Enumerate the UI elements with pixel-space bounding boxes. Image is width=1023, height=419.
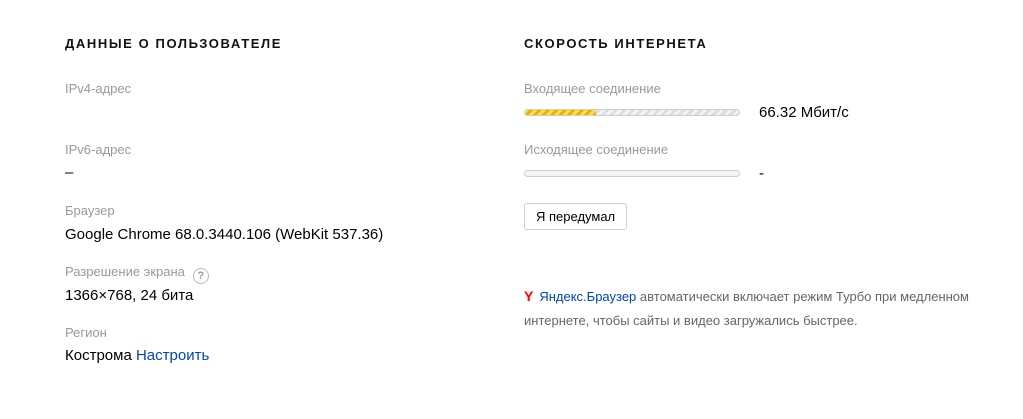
- speed-title: СКОРОСТЬ ИНТЕРНЕТА: [524, 36, 708, 51]
- incoming-progress-bar: [524, 109, 740, 116]
- resolution-value: 1366×768, 24 бита: [65, 287, 194, 304]
- ipv4-label: IPv4-адрес: [65, 81, 132, 96]
- ipv6-label: IPv6-адрес: [65, 142, 132, 157]
- region-settings-link[interactable]: Настроить: [136, 347, 209, 364]
- yandex-browser-link[interactable]: Яндекс.Браузер: [539, 289, 636, 304]
- browser-label: Браузер: [65, 203, 115, 218]
- incoming-label: Входящее соединение: [524, 81, 661, 96]
- outgoing-progress-bar: [524, 170, 740, 177]
- outgoing-speed-value: -: [759, 165, 764, 182]
- yandex-logo-icon: Y: [524, 288, 534, 304]
- incoming-progress-fill: [525, 110, 596, 115]
- incoming-speed-value: 66.32 Мбит/с: [759, 104, 849, 121]
- ipv6-value: –: [65, 164, 74, 181]
- help-icon[interactable]: ?: [192, 268, 209, 284]
- resolution-label: Разрешение экрана: [65, 264, 185, 279]
- region-value: Кострома: [65, 347, 132, 364]
- turbo-promo: Y Яндекс.Браузер автоматически включает р…: [524, 284, 994, 333]
- outgoing-label: Исходящее соединение: [524, 142, 669, 157]
- resolution-label-row: Разрешение экрана?: [65, 264, 209, 284]
- user-data-title: ДАННЫЕ О ПОЛЬЗОВАТЕЛЕ: [65, 36, 283, 51]
- browser-value: Google Chrome 68.0.3440.106 (WebKit 537.…: [65, 226, 384, 243]
- region-row: Кострома Настроить: [65, 347, 209, 364]
- cancel-button[interactable]: Я передумал: [524, 203, 628, 230]
- region-label: Регион: [65, 325, 107, 340]
